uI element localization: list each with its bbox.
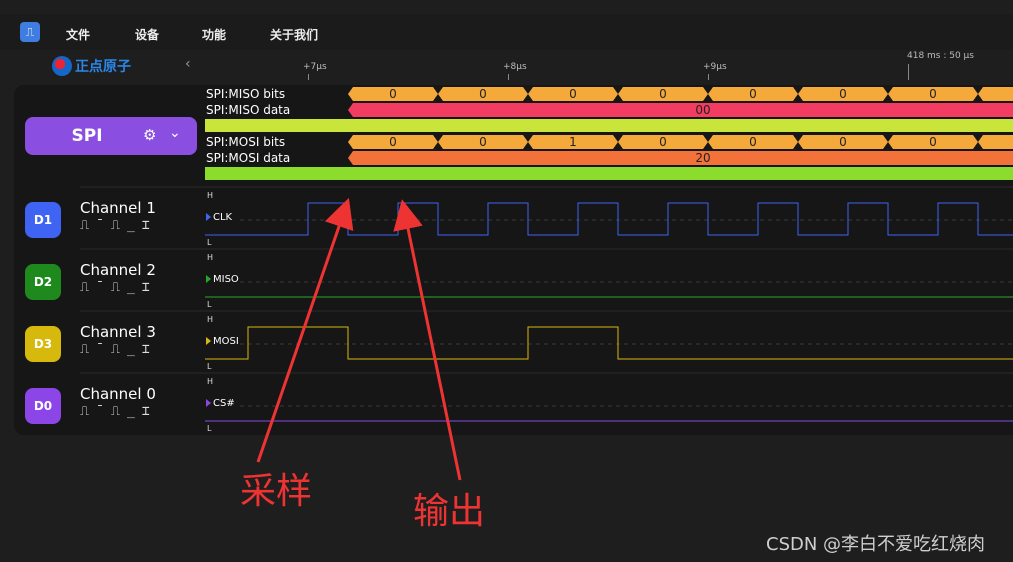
- watermark: CSDN @李白不爱吃红烧肉: [766, 534, 986, 555]
- output-arrow: [393, 199, 462, 481]
- sample-arrow: [256, 197, 354, 463]
- sample-annotation: 采样: [240, 471, 313, 512]
- output-annotation: 输出: [413, 491, 486, 532]
- annotation-arrows: [256, 197, 462, 481]
